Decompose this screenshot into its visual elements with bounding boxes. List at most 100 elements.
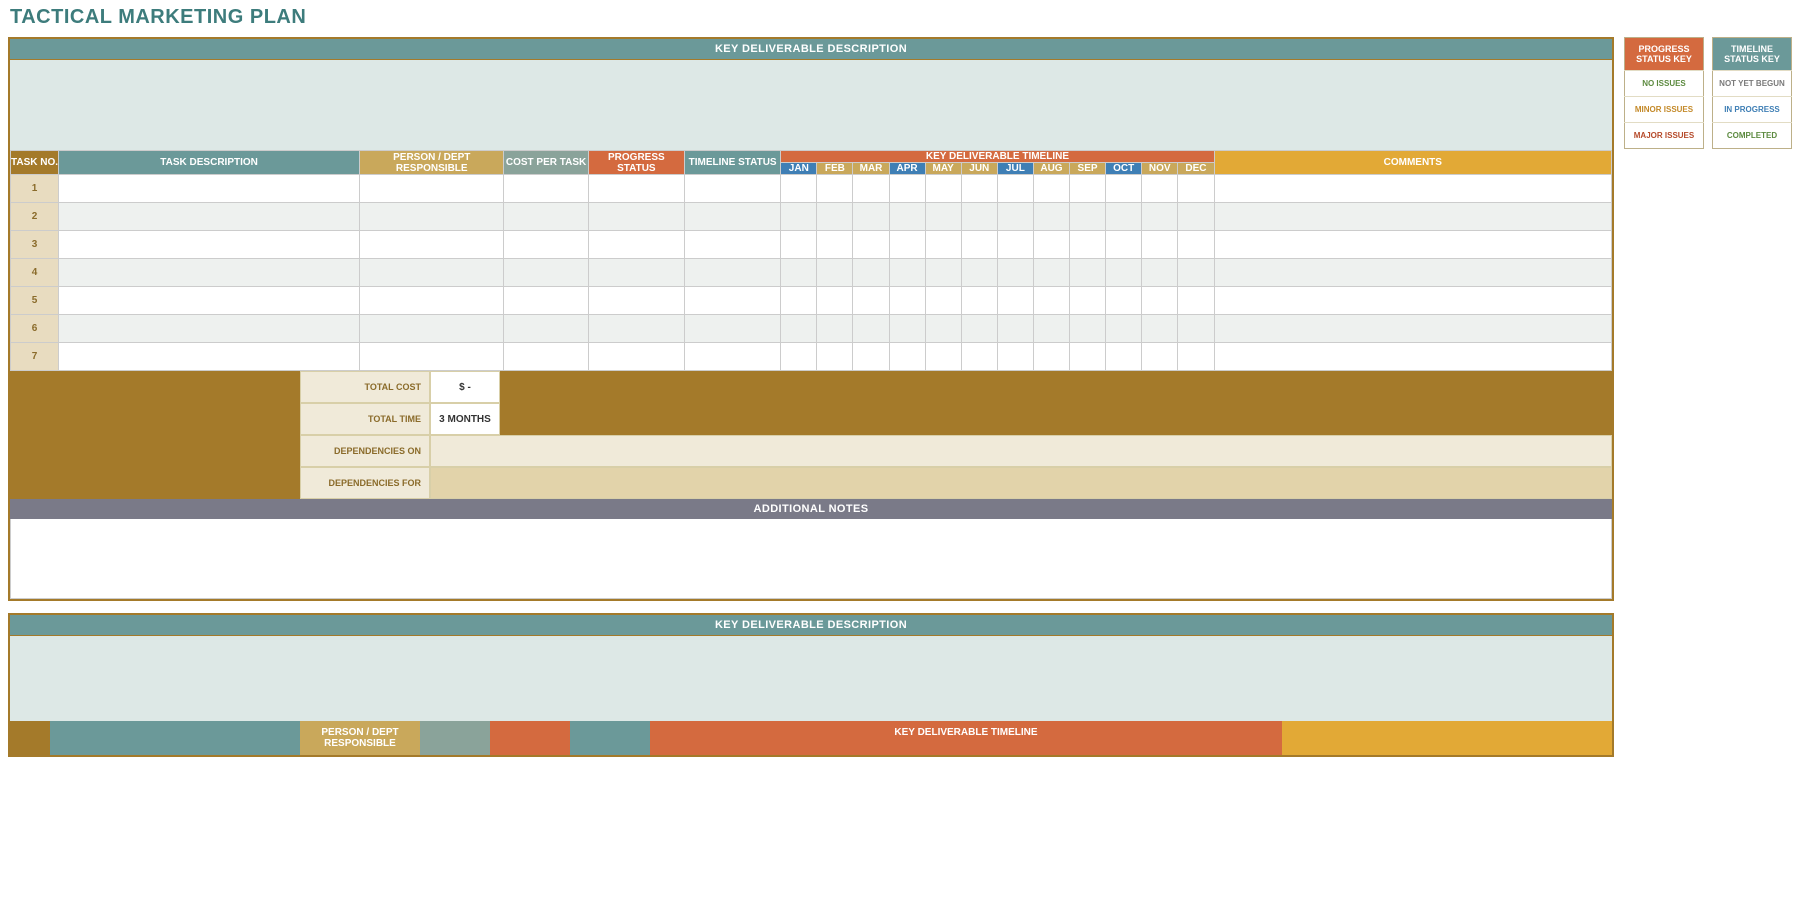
cell[interactable] [961,231,997,259]
cell[interactable] [1106,175,1142,203]
cell[interactable] [781,343,817,371]
cell[interactable] [1142,343,1178,371]
cell[interactable] [1214,315,1611,343]
cell[interactable] [684,175,780,203]
cell[interactable] [360,231,504,259]
cell[interactable] [1033,231,1069,259]
cell[interactable] [961,315,997,343]
cell[interactable] [360,315,504,343]
cell[interactable] [781,175,817,203]
cell[interactable] [817,231,853,259]
cell[interactable] [360,175,504,203]
cell[interactable] [853,259,889,287]
cell[interactable] [1178,203,1214,231]
cell[interactable] [588,315,684,343]
cell[interactable] [504,287,588,315]
cell[interactable] [360,287,504,315]
cell[interactable] [1214,175,1611,203]
cell[interactable] [925,231,961,259]
cell[interactable] [889,203,925,231]
cell[interactable] [504,315,588,343]
cell[interactable] [1214,203,1611,231]
cell[interactable] [1142,287,1178,315]
cell[interactable] [588,175,684,203]
cell[interactable] [504,175,588,203]
cell[interactable] [684,287,780,315]
cell[interactable] [504,203,588,231]
cell[interactable] [59,231,360,259]
cell[interactable] [997,203,1033,231]
cell[interactable] [961,287,997,315]
cell[interactable] [1142,259,1178,287]
cell[interactable] [59,287,360,315]
cell[interactable] [961,203,997,231]
cell[interactable] [817,287,853,315]
cell[interactable] [1178,315,1214,343]
cell[interactable] [684,203,780,231]
cell[interactable] [817,343,853,371]
cell[interactable] [853,343,889,371]
cell[interactable] [997,231,1033,259]
cell[interactable] [925,203,961,231]
cell[interactable] [1178,231,1214,259]
cell[interactable] [817,175,853,203]
cell[interactable] [360,343,504,371]
cell[interactable] [1033,343,1069,371]
kdd-body-2[interactable] [10,636,1612,721]
cell[interactable] [961,175,997,203]
cell[interactable] [59,259,360,287]
cell[interactable] [588,231,684,259]
cell[interactable] [684,231,780,259]
cell[interactable] [961,259,997,287]
cell[interactable] [59,175,360,203]
cell[interactable] [853,287,889,315]
cell[interactable] [1070,343,1106,371]
cell[interactable] [1033,315,1069,343]
cell[interactable] [1033,287,1069,315]
cell[interactable] [1142,203,1178,231]
cell[interactable] [1178,175,1214,203]
cell[interactable] [997,315,1033,343]
cell[interactable] [853,231,889,259]
cell[interactable] [588,343,684,371]
cell[interactable] [1070,231,1106,259]
cell[interactable] [1178,287,1214,315]
cell[interactable] [59,315,360,343]
cell[interactable] [1142,231,1178,259]
cell[interactable] [1106,203,1142,231]
cell[interactable] [1033,175,1069,203]
cell[interactable] [997,343,1033,371]
cell[interactable] [781,259,817,287]
cell[interactable] [997,175,1033,203]
cell[interactable] [889,231,925,259]
cell[interactable] [1070,175,1106,203]
cell[interactable] [360,203,504,231]
cell[interactable] [1106,287,1142,315]
cell[interactable] [1106,259,1142,287]
cell[interactable] [1033,203,1069,231]
cell[interactable] [1070,203,1106,231]
cell[interactable] [925,175,961,203]
cell[interactable] [1070,315,1106,343]
cell[interactable] [781,203,817,231]
cell[interactable] [1214,231,1611,259]
cell[interactable] [925,287,961,315]
cell[interactable] [1142,175,1178,203]
cell[interactable] [59,203,360,231]
cell[interactable] [1070,259,1106,287]
cell[interactable] [925,315,961,343]
cell[interactable] [889,343,925,371]
cell[interactable] [588,287,684,315]
cell[interactable] [817,315,853,343]
cell[interactable] [817,259,853,287]
cell[interactable] [925,343,961,371]
cell[interactable] [781,287,817,315]
cell[interactable] [889,315,925,343]
cell[interactable] [889,259,925,287]
cell[interactable] [781,315,817,343]
notes-body[interactable] [10,519,1612,599]
cell[interactable] [1178,259,1214,287]
cell[interactable] [588,203,684,231]
cell[interactable] [59,343,360,371]
dep-on-value[interactable] [430,435,1612,467]
